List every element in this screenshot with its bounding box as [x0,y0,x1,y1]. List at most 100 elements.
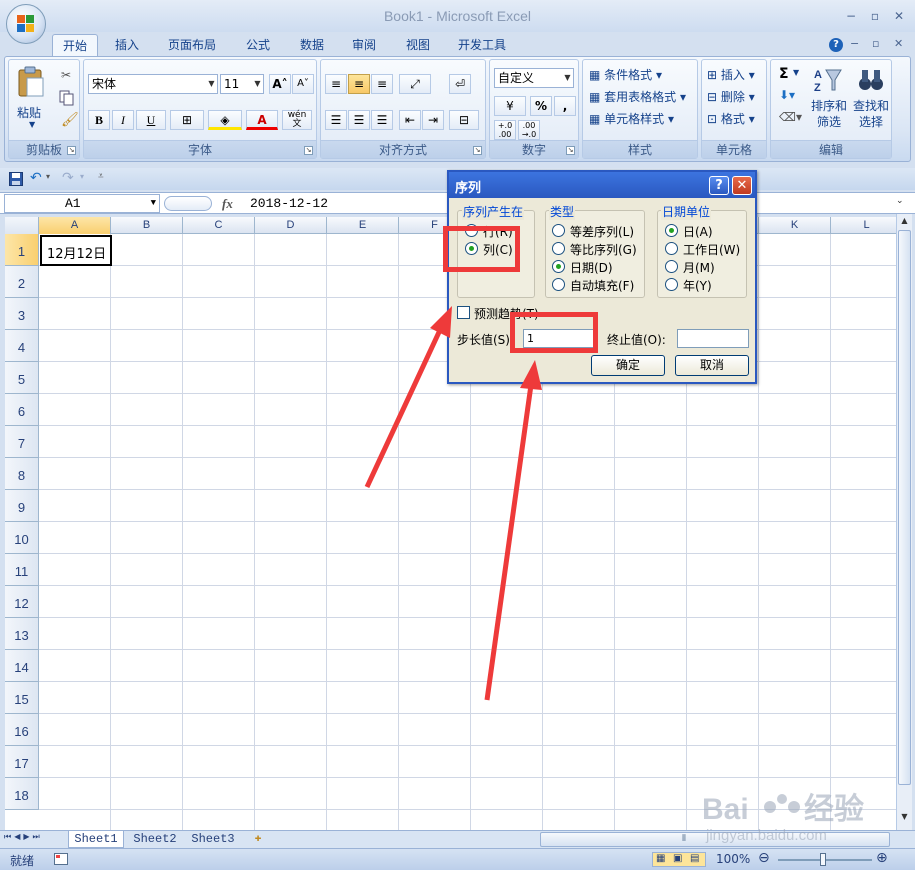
align-right-button[interactable]: ☰ [371,110,393,130]
column-header-c[interactable]: C [183,217,255,234]
radio-day[interactable] [665,224,678,237]
name-box[interactable]: A1 ▼ [4,194,160,213]
paste-label[interactable]: 粘贴 [17,104,41,121]
decrease-decimal-button[interactable]: .00 →.0 [518,120,540,140]
sheet-nav-icon[interactable]: ⏮◀▶⏭ [4,832,43,842]
minimize-button[interactable]: − [844,9,858,23]
row-header-11[interactable]: 11 [5,554,39,586]
currency-button[interactable]: ¥ [494,96,526,116]
clipboard-launcher-icon[interactable]: ↘ [67,146,76,155]
row-header-2[interactable]: 2 [5,266,39,298]
paste-icon[interactable] [17,66,45,98]
format-cells-button[interactable]: ⊡ 格式 ▾ [707,110,755,127]
insert-cells-button[interactable]: ⊞ 插入 ▾ [707,66,755,83]
cancel-button[interactable]: 取消 [675,355,749,376]
grow-font-button[interactable]: A˄ [269,74,291,94]
row-header-6[interactable]: 6 [5,394,39,426]
normal-view-icon[interactable]: ▦ [656,853,665,864]
clear-icon[interactable]: ⌫▾ [779,110,802,124]
sort-filter-label[interactable]: 排序和 筛选 [811,98,847,130]
sort-filter-icon[interactable]: A Z [813,66,843,94]
merge-center-button[interactable]: ⊟ [449,110,479,130]
phonetic-button[interactable]: wén 文 [282,110,312,130]
expand-formula-bar-icon[interactable]: ⌄ [896,196,904,206]
row-header-8[interactable]: 8 [5,458,39,490]
radio-year-label[interactable]: 年(Y) [683,277,712,294]
dialog-close-button[interactable]: ✕ [732,176,752,195]
row-header-4[interactable]: 4 [5,330,39,362]
italic-button[interactable]: I [112,110,134,130]
ribbon-close-button[interactable]: ✕ [894,37,903,50]
radio-date-label[interactable]: 日期(D) [570,259,613,276]
border-button[interactable]: ⊞ [170,110,204,130]
column-header-b[interactable]: B [111,217,183,234]
align-bottom-button[interactable]: ≡ [371,74,393,94]
align-top-button[interactable]: ≡ [325,74,347,94]
macro-record-icon[interactable] [54,853,68,865]
column-header-e[interactable]: E [327,217,399,234]
align-middle-button[interactable]: ≡ [348,74,370,94]
trend-checkbox[interactable] [457,306,470,319]
sheet-tab-1[interactable]: Sheet1 [68,831,124,848]
page-layout-view-icon[interactable]: ▣ [673,853,682,864]
row-header-12[interactable]: 12 [5,586,39,618]
zoom-out-icon[interactable]: ⊖ [758,850,770,866]
radio-growth-label[interactable]: 等比序列(G) [570,241,637,258]
radio-day-label[interactable]: 日(A) [683,223,713,240]
shrink-font-button[interactable]: A˅ [292,74,314,94]
number-launcher-icon[interactable]: ↘ [566,146,575,155]
row-header-7[interactable]: 7 [5,426,39,458]
alignment-launcher-icon[interactable]: ↘ [473,146,482,155]
zoom-slider-thumb[interactable] [820,853,826,866]
font-color-button[interactable]: A [246,110,278,130]
increase-indent-button[interactable]: ⇥ [422,110,444,130]
paste-dropdown-icon[interactable]: ▼ [29,120,35,129]
radio-month[interactable] [665,260,678,273]
radio-autofill-label[interactable]: 自动填充(F) [570,277,634,294]
tab-insert[interactable]: 插入 [106,34,148,56]
comma-button[interactable]: , [554,96,576,116]
ok-button[interactable]: 确定 [591,355,665,376]
zoom-level[interactable]: 100% [716,852,750,866]
select-all-corner[interactable] [5,217,39,234]
autosum-button[interactable]: Σ [779,66,789,82]
column-header-d[interactable]: D [255,217,327,234]
format-painter-icon[interactable]: 🖌 [61,112,79,128]
number-format-combo[interactable]: 自定义 ▼ [494,68,574,88]
column-header-a[interactable]: A [39,217,111,234]
decrease-indent-button[interactable]: ⇤ [399,110,421,130]
stop-input[interactable] [677,329,749,348]
radio-linear[interactable] [552,224,565,237]
find-select-label[interactable]: 查找和 选择 [853,98,889,130]
formula-input[interactable]: 2018-12-12 [250,196,328,211]
radio-year[interactable] [665,278,678,291]
increase-decimal-button[interactable]: +.0 .00 [494,120,516,140]
row-header-16[interactable]: 16 [5,714,39,746]
scroll-up-icon[interactable]: ▲ [898,216,911,230]
help-icon[interactable]: ? [829,38,843,52]
row-header-10[interactable]: 10 [5,522,39,554]
row-header-14[interactable]: 14 [5,650,39,682]
tab-review[interactable]: 审阅 [344,34,384,56]
fill-color-button[interactable]: ◈ [208,110,242,130]
row-header-1[interactable]: 1 [5,234,39,266]
row-header-9[interactable]: 9 [5,490,39,522]
radio-linear-label[interactable]: 等差序列(L) [570,223,634,240]
cut-icon[interactable]: ✂ [61,68,71,82]
tab-formulas[interactable]: 公式 [238,34,278,56]
orientation-button[interactable]: ⤢ [399,74,431,94]
customize-qat-icon[interactable]: ⩡ [98,171,104,182]
binoculars-icon[interactable] [857,66,885,94]
column-header-l[interactable]: L [831,217,896,234]
row-header-5[interactable]: 5 [5,362,39,394]
radio-autofill[interactable] [552,278,565,291]
vertical-scrollbar[interactable]: ▲ ▼ [896,214,912,830]
radio-growth[interactable] [552,242,565,255]
tab-developer[interactable]: 开发工具 [450,34,514,56]
row-header-15[interactable]: 15 [5,682,39,714]
tab-home[interactable]: 开始 [52,34,98,56]
tab-view[interactable]: 视图 [398,34,438,56]
align-left-button[interactable]: ☰ [325,110,347,130]
tab-page-layout[interactable]: 页面布局 [160,34,224,56]
zoom-in-icon[interactable]: ⊕ [876,850,888,866]
